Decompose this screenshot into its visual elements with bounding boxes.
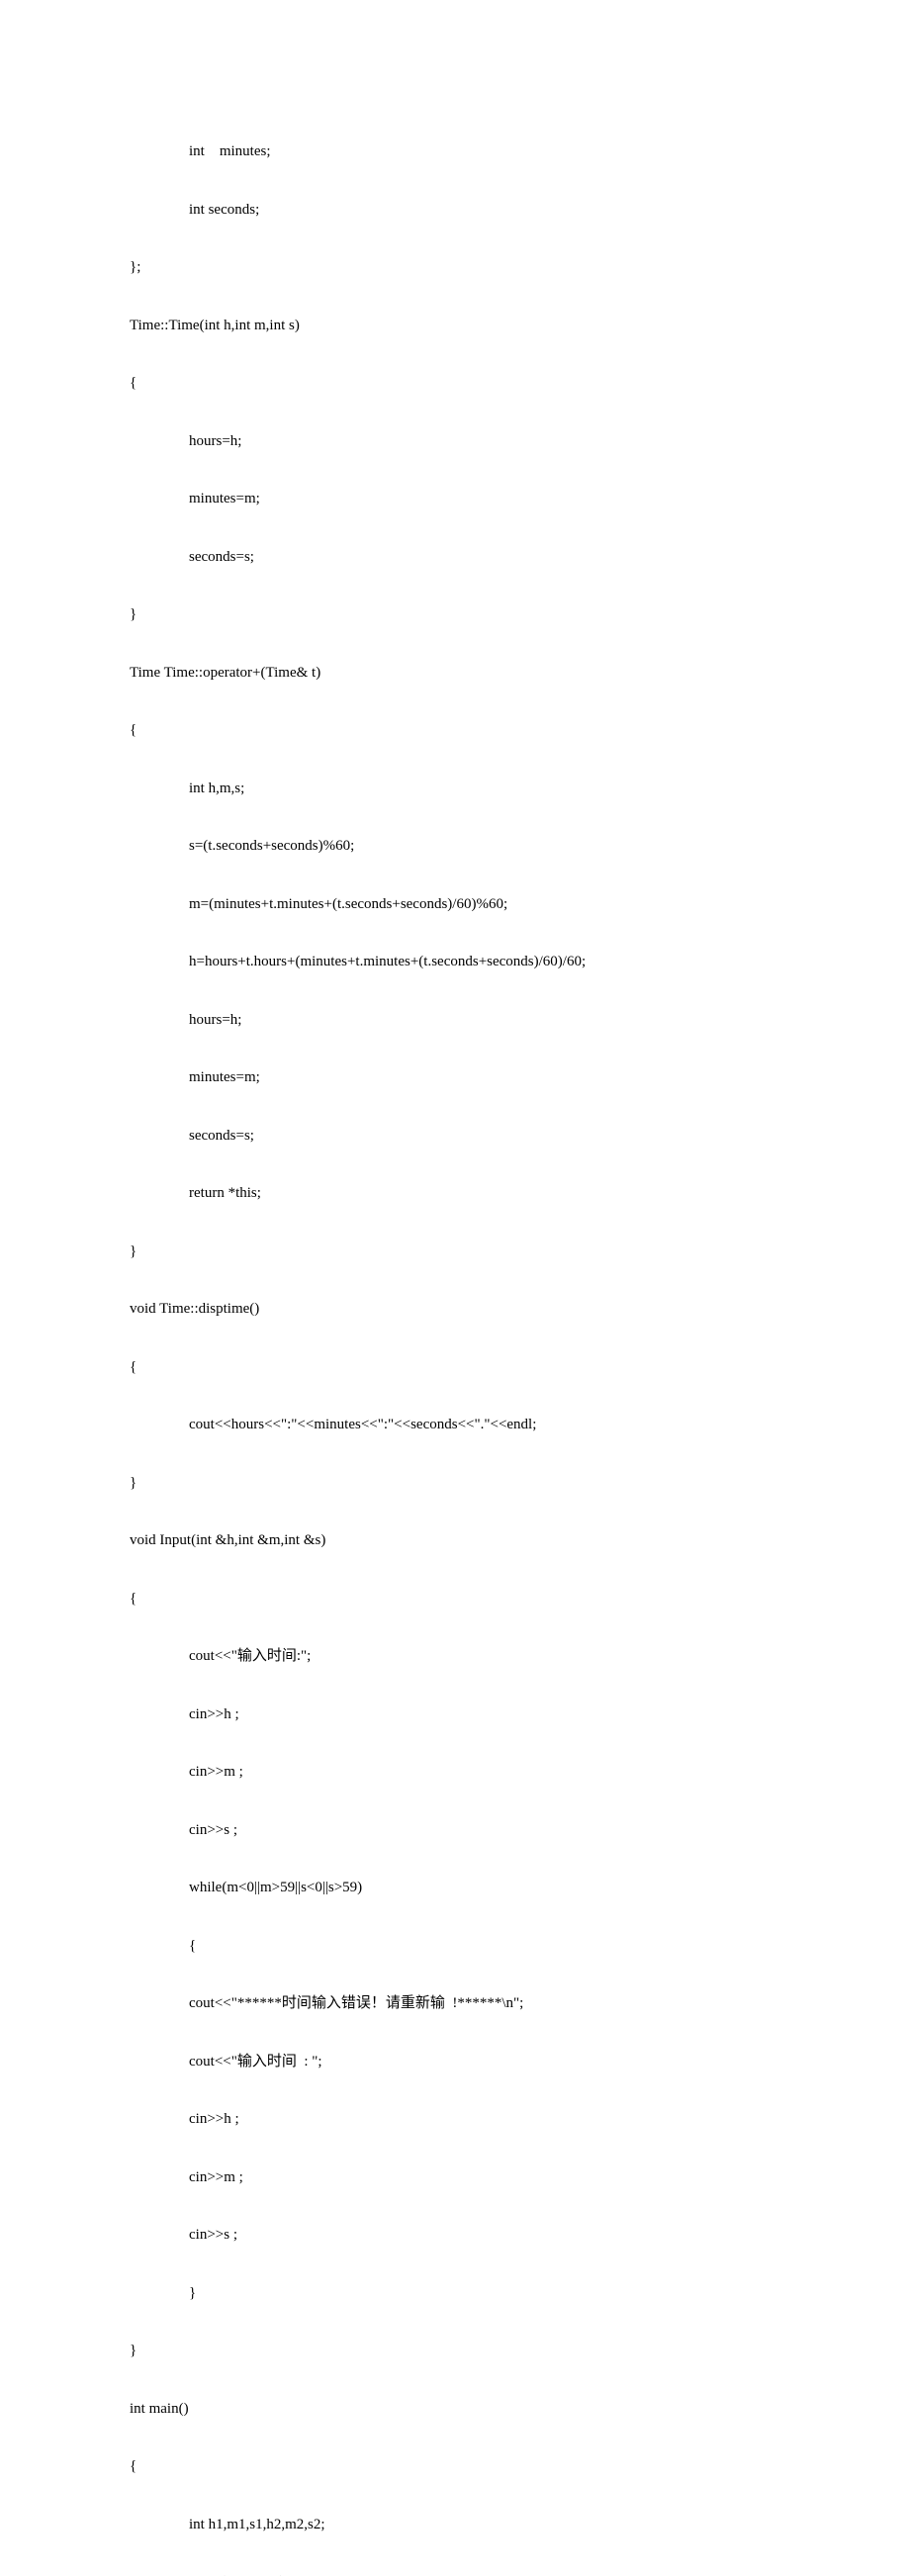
code-line: { <box>130 1932 910 1961</box>
code-line: seconds=s; <box>130 543 910 572</box>
code-line: } <box>130 2337 910 2365</box>
code-line: } <box>130 1469 910 1498</box>
code-line: cin>>m ; <box>130 1758 910 1787</box>
code-line: int h,m,s; <box>130 775 910 803</box>
code-line: minutes=m; <box>130 485 910 513</box>
code-line: Time::Time(int h,int m,int s) <box>130 312 910 340</box>
code-line: m=(minutes+t.minutes+(t.seconds+seconds)… <box>130 890 910 919</box>
code-line: s=(t.seconds+seconds)%60; <box>130 832 910 861</box>
code-line: cout<<"输入时间:"; <box>130 1642 910 1671</box>
code-line: minutes=m; <box>130 1063 910 1092</box>
code-line: void Input(int &h,int &m,int &s) <box>130 1526 910 1555</box>
code-line: cin>>s ; <box>130 2221 910 2250</box>
code-line: } <box>130 2279 910 2308</box>
code-line: hours=h; <box>130 1006 910 1035</box>
code-line: cout<<hours<<":"<<minutes<<":"<<seconds<… <box>130 1411 910 1439</box>
code-line: void Time::disptime() <box>130 1295 910 1324</box>
code-line: h=hours+t.hours+(minutes+t.minutes+(t.se… <box>130 948 910 976</box>
code-line: while(m<0||m>59||s<0||s>59) <box>130 1874 910 1902</box>
code-line: Input(h1,m1,s1); <box>130 2568 910 2576</box>
code-line: cin>>s ; <box>130 1816 910 1845</box>
code-line: seconds=s; <box>130 1122 910 1150</box>
code-line: cout<<"输入时间 : "; <box>130 2048 910 2076</box>
code-line: { <box>130 1585 910 1613</box>
code-document: int minutes; int seconds; }; Time::Time(… <box>0 0 910 2576</box>
code-line: cout<<"******时间输入错误！请重新输 !******\n"; <box>130 1989 910 2018</box>
code-line: } <box>130 600 910 629</box>
code-line: }; <box>130 253 910 282</box>
code-line: int minutes; <box>130 138 910 166</box>
code-line: return *this; <box>130 1179 910 1208</box>
code-line: cin>>h ; <box>130 2105 910 2134</box>
code-line: { <box>130 1353 910 1382</box>
code-line: int h1,m1,s1,h2,m2,s2; <box>130 2511 910 2539</box>
code-line: cin>>h ; <box>130 1701 910 1729</box>
code-line: int seconds; <box>130 196 910 225</box>
code-line: cin>>m ; <box>130 2163 910 2192</box>
code-line: { <box>130 716 910 745</box>
code-line: Time Time::operator+(Time& t) <box>130 659 910 688</box>
code-line: } <box>130 1238 910 1266</box>
code-line: { <box>130 2452 910 2481</box>
code-line: { <box>130 369 910 398</box>
code-line: int main() <box>130 2395 910 2424</box>
code-line: hours=h; <box>130 427 910 456</box>
